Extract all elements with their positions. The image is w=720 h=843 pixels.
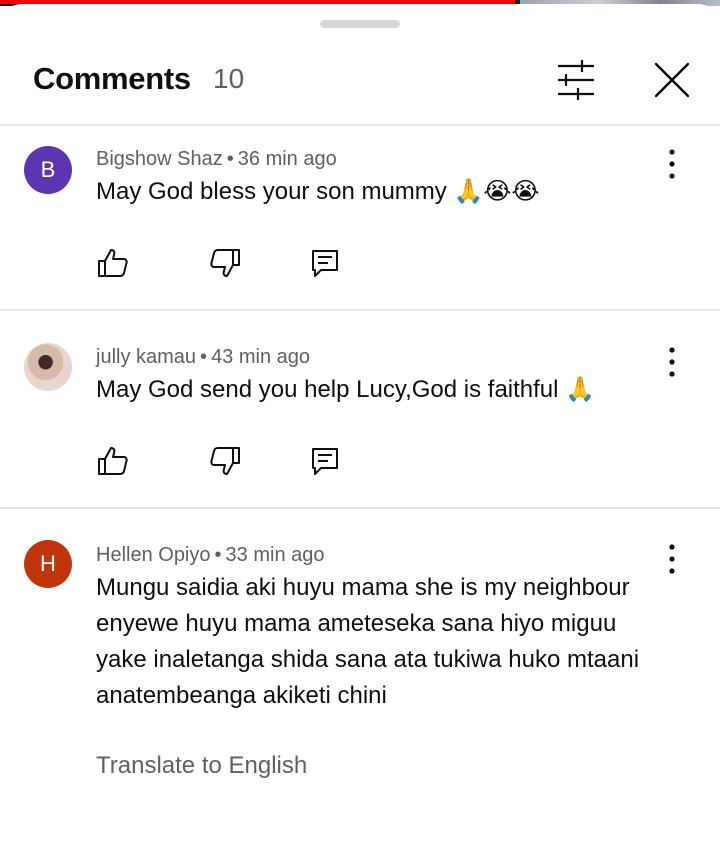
comment-meta: Bigshow Shaz • 36 min ago xyxy=(96,148,337,171)
filter-button[interactable] xyxy=(552,56,600,104)
comment-item: jully kamau • 43 min ago May God send you … xyxy=(0,311,720,507)
reply-comment-icon xyxy=(312,448,338,475)
comment-author[interactable]: Bigshow Shaz xyxy=(96,148,223,170)
meta-separator: • xyxy=(214,544,222,566)
reply-button[interactable] xyxy=(308,444,342,478)
comments-count: 10 xyxy=(213,63,245,94)
avatar[interactable] xyxy=(24,343,72,391)
comment-item: B Bigshow Shaz • 36 min ago May God bless … xyxy=(0,126,720,310)
translate-link[interactable]: Translate to English xyxy=(96,752,307,780)
dislike-button[interactable] xyxy=(208,444,242,478)
more-options-button[interactable] xyxy=(656,342,688,382)
comment-actions xyxy=(96,444,356,484)
thumb-down-icon xyxy=(210,249,240,277)
avatar-letter: B xyxy=(40,157,56,182)
meta-separator: • xyxy=(226,148,234,170)
comment-time: 36 min ago xyxy=(237,148,337,170)
thumb-up-icon xyxy=(98,249,128,277)
comments-title: Comments xyxy=(33,61,191,96)
comment-meta: Hellen Opiyo • 33 min ago xyxy=(96,544,325,567)
comments-header: Comments 10 xyxy=(0,44,720,124)
reply-comment-icon xyxy=(312,250,338,277)
close-icon xyxy=(654,62,690,98)
meta-separator: • xyxy=(200,346,208,368)
comment-meta: jully kamau • 43 min ago xyxy=(96,346,310,369)
comment-actions xyxy=(96,246,356,286)
comments-sheet: Comments 10 B Bigshow Shaz • 36 min ago … xyxy=(0,4,720,843)
more-options-button[interactable] xyxy=(656,144,688,184)
comment-item: H Hellen Opiyo • 33 min ago Mungu saidia a… xyxy=(0,509,720,839)
comment-text: May God send you help Lucy,God is faithf… xyxy=(96,376,596,403)
avatar[interactable]: H xyxy=(24,540,72,588)
thumb-up-icon xyxy=(98,447,128,475)
comment-time: 43 min ago xyxy=(211,346,311,368)
like-button[interactable] xyxy=(96,246,130,280)
close-button[interactable] xyxy=(648,56,696,104)
reply-button[interactable] xyxy=(308,246,342,280)
comment-author[interactable]: jully kamau xyxy=(96,346,196,368)
tune-icon xyxy=(558,60,594,100)
avatar-letter: H xyxy=(40,551,56,576)
comment-time: 33 min ago xyxy=(225,544,325,566)
comment-text: May God bless your son mummy 🙏😭😭 xyxy=(96,178,540,205)
more-vert-icon xyxy=(669,149,675,179)
avatar[interactable]: B xyxy=(24,146,72,194)
thumb-down-icon xyxy=(210,447,240,475)
more-options-button[interactable] xyxy=(656,539,688,579)
like-button[interactable] xyxy=(96,444,130,478)
dislike-button[interactable] xyxy=(208,246,242,280)
comment-author[interactable]: Hellen Opiyo xyxy=(96,544,211,566)
more-vert-icon xyxy=(669,347,675,377)
more-vert-icon xyxy=(669,544,675,574)
drag-handle[interactable] xyxy=(320,20,400,28)
comment-text: Mungu saidia aki huyu mama she is my nei… xyxy=(96,574,640,709)
